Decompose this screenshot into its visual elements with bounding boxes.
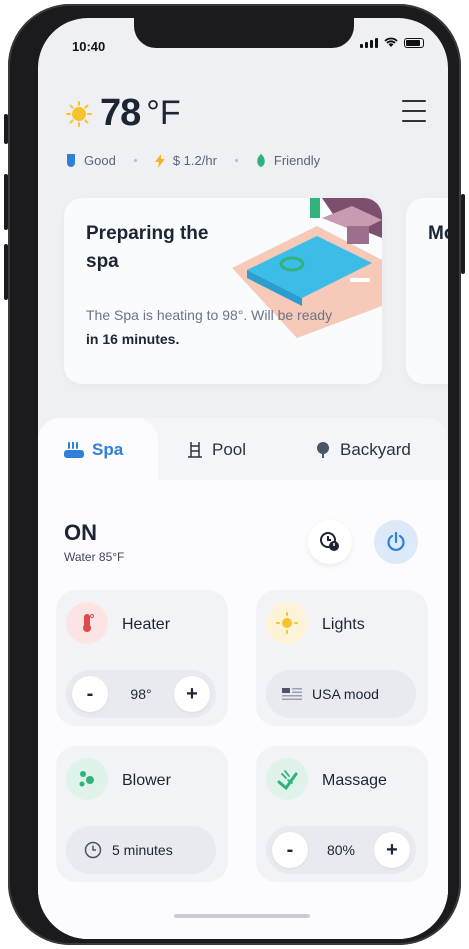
eco-status: Friendly [273,153,321,168]
card-title: Mo pr [428,223,448,244]
massage-label: Massage [322,772,387,789]
blower-timer-value: 5 minutes [112,842,173,858]
spa-controls: ON Water 85°F Heater - 98° + Lights USA … [38,480,448,939]
clock-power-icon [320,532,339,551]
spa-state: ON [64,520,97,545]
sun-icon [266,602,308,644]
volume-down-button [4,244,8,300]
info-bar: Good $ 1.2/hr Friendly [66,153,428,168]
temperature-value: 78 [100,92,141,134]
signal-icon [360,38,378,48]
massage-increase-button[interactable]: + [374,832,410,868]
heater-tile: Heater - 98° + [56,590,228,726]
blower-label: Blower [122,772,171,789]
power-side-button [461,194,465,274]
massage-value: 80% [326,842,356,858]
phone-frame: 10:40 78 °F Good $ 1.2/hr Friendly Prepa… [4,4,465,945]
power-icon [387,531,405,551]
separator-dot [234,159,238,162]
lights-mood-selector[interactable]: USA mood [266,670,416,718]
heater-increase-button[interactable]: + [174,676,210,712]
bubbles-icon [66,758,108,800]
status-time: 10:40 [72,39,106,54]
water-quality: Good [84,153,116,168]
heater-label: Heater [122,616,171,633]
notch [134,18,354,48]
bolt-icon [154,153,165,168]
tab-pool[interactable]: Pool [186,440,246,460]
massage-decrease-button[interactable]: - [272,832,308,868]
water-temperature: Water 85°F [64,550,125,564]
control-panel: Spa Pool Backyard ON Water 85°F Heater -… [38,418,448,939]
status-card[interactable]: Preparing the spa The Spa is heating to … [64,198,382,384]
clock-icon [84,841,102,859]
heater-value: 98° [130,686,152,702]
blower-tile: Blower 5 minutes [56,746,228,882]
thermometer-icon [67,153,75,167]
lights-mood-value: USA mood [312,686,379,702]
schedule-button[interactable] [308,520,352,564]
tab-backyard-label: Backyard [340,440,411,459]
tab-spa[interactable]: Spa [64,440,123,460]
power-button[interactable] [374,520,418,564]
home-indicator[interactable] [174,914,310,918]
tree-icon [317,442,329,458]
card-title: Preparing the spa [86,223,209,272]
tab-backyard[interactable]: Backyard [314,440,411,460]
temperature-unit: °F [146,94,181,132]
menu-icon[interactable] [402,100,426,122]
battery-icon [404,38,424,48]
status-icons [360,37,424,48]
next-card[interactable]: Mo pr [406,198,448,384]
wifi-icon [384,37,398,47]
app-screen: 10:40 78 °F Good $ 1.2/hr Friendly Prepa… [38,18,448,939]
leaf-icon [257,153,265,167]
lights-label: Lights [322,616,365,633]
card-description: The Spa is heating to 98°. Will be ready… [86,307,333,347]
mute-switch [4,114,8,144]
weather-header: 78 °F [66,92,181,135]
heater-stepper: - 98° + [66,670,216,718]
lights-tile: Lights USA mood [256,590,428,726]
sun-icon [66,100,92,127]
energy-cost: $ 1.2/hr [172,153,217,168]
massage-tile: Massage - 80% + [256,746,428,882]
blower-timer-selector[interactable]: 5 minutes [66,826,216,874]
separator-dot [133,159,137,162]
massage-jet-icon [266,758,308,800]
volume-up-button [4,174,8,230]
massage-stepper: - 80% + [266,826,416,874]
pool-ladder-icon [188,442,202,458]
tab-pool-label: Pool [212,440,247,459]
heater-decrease-button[interactable]: - [72,676,108,712]
flag-icon [282,688,302,700]
spa-icon [64,442,84,458]
tab-spa-label: Spa [92,440,124,459]
thermometer-icon [66,602,108,644]
